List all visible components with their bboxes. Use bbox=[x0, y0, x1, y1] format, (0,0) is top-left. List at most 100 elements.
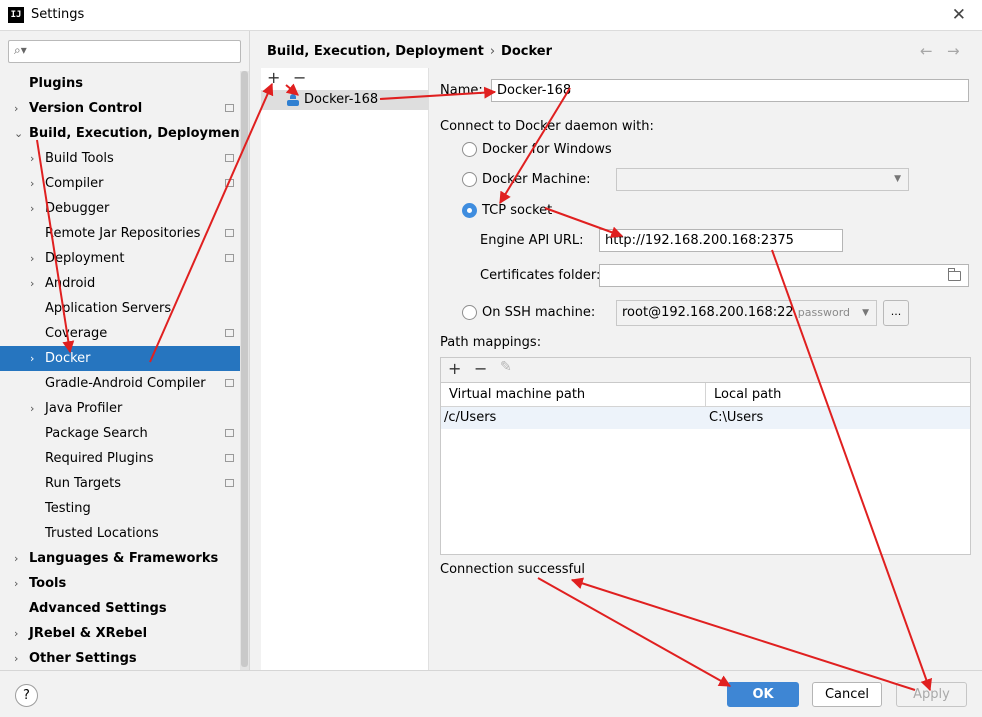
config-item-docker-168[interactable]: Docker-168 bbox=[261, 90, 429, 110]
vm-path-cell: /c/Users bbox=[444, 410, 497, 425]
docker-machine-select[interactable]: ▼ bbox=[616, 168, 909, 191]
path-mappings-toolbar: + − ✎ bbox=[441, 358, 970, 383]
docker-machine-label: Docker Machine: bbox=[482, 172, 591, 187]
sidebar-item-java-profiler[interactable]: › Java Profiler bbox=[0, 396, 240, 421]
table-row[interactable]: /c/Users C:\Users bbox=[441, 407, 970, 429]
tcp-socket-label: TCP socket bbox=[482, 203, 553, 218]
chevron-right-icon[interactable]: › bbox=[30, 146, 34, 171]
chevron-right-icon[interactable]: › bbox=[14, 571, 18, 596]
chevron-down-icon[interactable]: ⌄ bbox=[14, 121, 23, 146]
chevron-right-icon[interactable]: › bbox=[30, 346, 34, 371]
chevron-right-icon[interactable]: › bbox=[14, 621, 18, 646]
sidebar-item-run-targets[interactable]: Run Targets bbox=[0, 471, 240, 496]
sidebar-item-label: Android bbox=[45, 276, 96, 291]
project-scope-icon bbox=[225, 254, 234, 262]
path-mappings-table: + − ✎ Virtual machine path Local path /c… bbox=[440, 357, 971, 555]
chevron-right-icon[interactable]: › bbox=[30, 246, 34, 271]
sidebar-item-label: Testing bbox=[45, 501, 91, 516]
column-header-vm-path[interactable]: Virtual machine path bbox=[449, 387, 585, 402]
project-scope-icon bbox=[225, 154, 234, 162]
sidebar-item-debugger[interactable]: › Debugger bbox=[0, 196, 240, 221]
sidebar-item-deployment[interactable]: › Deployment bbox=[0, 246, 240, 271]
sidebar-item-label: Trusted Locations bbox=[45, 526, 159, 541]
apply-button[interactable]: Apply bbox=[896, 682, 967, 707]
sidebar-item-required-plugins[interactable]: Required Plugins bbox=[0, 446, 240, 471]
sidebar-item-label: Version Control bbox=[29, 101, 143, 116]
radio-ssh-machine[interactable] bbox=[462, 305, 477, 320]
breadcrumb: Build, Execution, Deployment › Docker bbox=[267, 44, 552, 59]
sidebar-item-label: Gradle-Android Compiler bbox=[45, 376, 206, 391]
sidebar-item-compiler[interactable]: › Compiler bbox=[0, 171, 240, 196]
ssh-browse-button[interactable]: ... bbox=[883, 300, 909, 326]
ssh-machine-value: root@192.168.200.168:22 bbox=[622, 305, 794, 320]
sidebar-item-advanced-settings[interactable]: Advanced Settings bbox=[0, 596, 240, 621]
remove-icon[interactable]: − bbox=[293, 68, 306, 87]
radio-docker-for-windows[interactable] bbox=[462, 142, 477, 157]
sidebar-item-trusted-locations[interactable]: Trusted Locations bbox=[0, 521, 240, 546]
edit-mapping-icon[interactable]: ✎ bbox=[500, 359, 512, 375]
chevron-right-icon[interactable]: › bbox=[30, 271, 34, 296]
project-scope-icon bbox=[225, 329, 234, 337]
sidebar-item-languages-frameworks[interactable]: › Languages & Frameworks bbox=[0, 546, 240, 571]
chevron-right-icon[interactable]: › bbox=[30, 171, 34, 196]
project-scope-icon bbox=[225, 454, 234, 462]
path-mappings-header: Virtual machine path Local path bbox=[441, 383, 970, 407]
sidebar-item-coverage[interactable]: Coverage bbox=[0, 321, 240, 346]
project-scope-icon bbox=[225, 104, 234, 112]
sidebar-item-version-control[interactable]: › Version Control bbox=[0, 96, 240, 121]
remove-mapping-icon[interactable]: − bbox=[474, 359, 487, 378]
add-icon[interactable]: + bbox=[267, 68, 280, 87]
sidebar-item-label: Deployment bbox=[45, 251, 125, 266]
path-mappings-label: Path mappings: bbox=[440, 335, 542, 350]
sidebar-item-gradle-android-compiler[interactable]: Gradle-Android Compiler bbox=[0, 371, 240, 396]
chevron-right-icon[interactable]: › bbox=[14, 96, 18, 121]
sidebar-item-tools[interactable]: › Tools bbox=[0, 571, 240, 596]
sidebar-item-build-tools[interactable]: › Build Tools bbox=[0, 146, 240, 171]
sidebar-item-package-search[interactable]: Package Search bbox=[0, 421, 240, 446]
forward-arrow-icon[interactable]: → bbox=[947, 42, 960, 60]
search-input[interactable]: ⌕▾ bbox=[8, 40, 241, 63]
chevron-right-icon[interactable]: › bbox=[14, 546, 18, 571]
sidebar-item-docker[interactable]: › Docker bbox=[0, 346, 240, 371]
docker-icon bbox=[287, 94, 299, 106]
chevron-right-icon[interactable]: › bbox=[30, 196, 34, 221]
project-scope-icon bbox=[225, 179, 234, 187]
project-scope-icon bbox=[225, 229, 234, 237]
sidebar-item-build-execution-deployment[interactable]: ⌄ Build, Execution, Deployment bbox=[0, 121, 246, 146]
sidebar-item-label: Application Servers bbox=[45, 301, 172, 316]
chevron-right-icon[interactable]: › bbox=[14, 646, 18, 671]
sidebar-item-application-servers[interactable]: Application Servers bbox=[0, 296, 240, 321]
sidebar-item-other-settings[interactable]: › Other Settings bbox=[0, 646, 240, 671]
breadcrumb-current: Docker bbox=[501, 44, 552, 59]
ssh-machine-select[interactable]: root@192.168.200.168:22 password ▼ bbox=[616, 300, 877, 326]
folder-icon[interactable] bbox=[948, 268, 961, 281]
column-header-local-path[interactable]: Local path bbox=[714, 387, 781, 402]
radio-docker-machine[interactable] bbox=[462, 172, 477, 187]
sidebar-item-jrebel-xrebel[interactable]: › JRebel & XRebel bbox=[0, 621, 240, 646]
ok-button[interactable]: OK bbox=[727, 682, 799, 707]
chevron-down-icon: ▼ bbox=[862, 308, 869, 318]
certificates-folder-field[interactable] bbox=[599, 264, 969, 287]
sidebar-scrollbar-thumb[interactable] bbox=[241, 71, 248, 667]
chevron-right-icon[interactable]: › bbox=[30, 396, 34, 421]
chevron-down-icon: ▼ bbox=[894, 174, 901, 184]
dialog-footer: ? OK Cancel Apply bbox=[0, 670, 982, 717]
add-mapping-icon[interactable]: + bbox=[448, 359, 461, 378]
name-label: Name: bbox=[440, 83, 483, 98]
sidebar-item-remote-jar-repositories[interactable]: Remote Jar Repositories bbox=[0, 221, 240, 246]
local-path-cell: C:\Users bbox=[709, 410, 764, 425]
radio-tcp-socket[interactable] bbox=[462, 203, 477, 218]
engine-api-url-field[interactable]: http://192.168.200.168:2375 bbox=[599, 229, 843, 252]
sidebar-item-plugins[interactable]: Plugins bbox=[0, 71, 240, 96]
cancel-button[interactable]: Cancel bbox=[812, 682, 882, 707]
close-icon[interactable]: ✕ bbox=[952, 5, 966, 25]
sidebar-item-android[interactable]: › Android bbox=[0, 271, 240, 296]
back-arrow-icon[interactable]: ← bbox=[920, 42, 933, 60]
sidebar-item-label: Build Tools bbox=[45, 151, 114, 166]
name-field[interactable]: Docker-168 bbox=[491, 79, 969, 102]
ssh-auth-type: password bbox=[797, 306, 851, 319]
help-icon[interactable]: ? bbox=[15, 684, 38, 707]
connection-status: Connection successful bbox=[440, 562, 585, 577]
sidebar-item-label: Build, Execution, Deployment bbox=[29, 126, 246, 141]
sidebar-item-testing[interactable]: Testing bbox=[0, 496, 240, 521]
